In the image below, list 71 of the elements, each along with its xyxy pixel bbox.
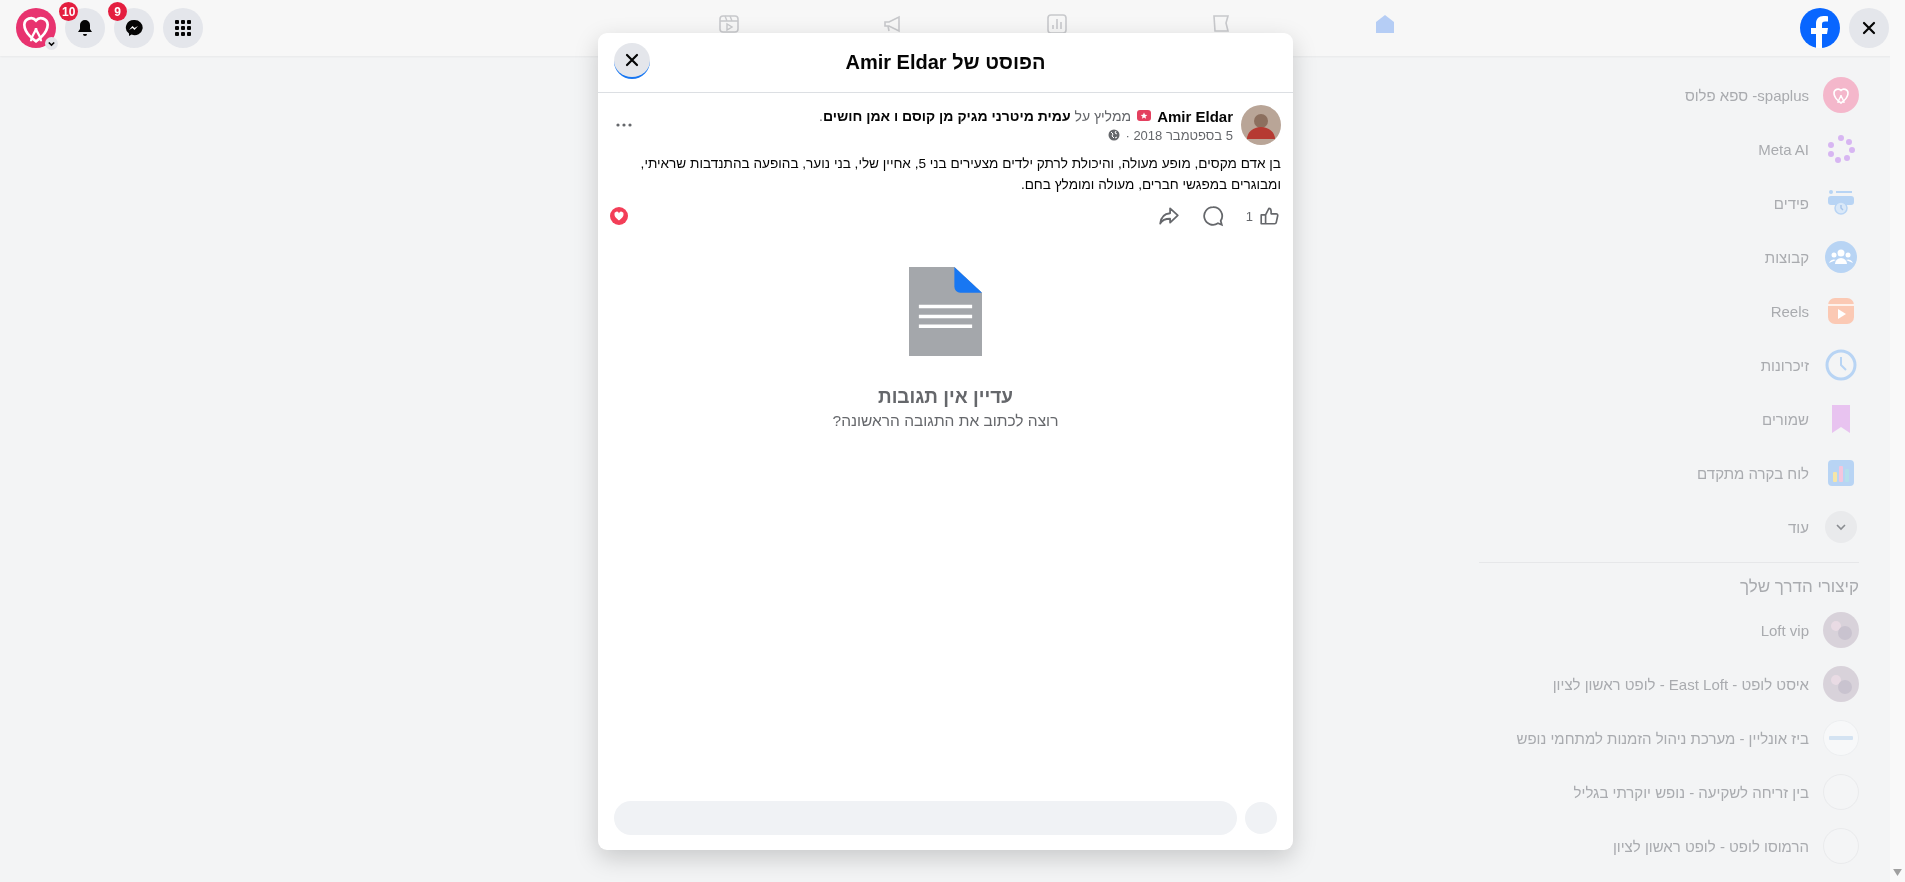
sidebar-item[interactable]: Reels	[1469, 284, 1869, 338]
messenger-button[interactable]	[114, 8, 154, 48]
comment-button[interactable]	[1201, 205, 1224, 227]
messenger-icon	[124, 18, 144, 38]
avatar-placeholder[interactable]	[1241, 105, 1281, 145]
sidebar-item[interactable]: Meta AI	[1469, 122, 1869, 176]
post-date[interactable]: 5 בספטמבר 2018 ·	[1125, 127, 1233, 143]
sidebar-item-label: Reels	[1770, 302, 1809, 320]
post-text: בן אדם מקסים, מופע מעולה, והיכולת לרתק ילדים מצעירים בני 5, אחיין שלי, בני נוער, בהופעה בהתנדבות שראיתי, ומבוגרים במפגשי חברים, מעולה ומומלץ בחם.	[639, 155, 1281, 194]
empty-state-text: רוצה לכתוב את התגובה הראשונה?	[832, 412, 1059, 430]
shortcut-item[interactable]: בין זריחה לשקיעה - נופש יוקרתי בגליל	[1469, 765, 1869, 819]
shortcut-item[interactable]: Loft vip	[1469, 603, 1869, 657]
sidebar-item-label: spaplus- ספא פלוס	[1684, 86, 1809, 104]
thumbs-up-icon	[1259, 205, 1281, 227]
logo-placeholder	[1823, 720, 1859, 756]
empty-state-title: עדיין אין תגובות	[878, 386, 1013, 408]
speech-bubble-icon	[1201, 205, 1224, 227]
memories-icon	[1823, 347, 1859, 383]
sidebar-item[interactable]: spaplus- ספא פלוס	[1469, 68, 1869, 122]
groups-icon	[1823, 239, 1859, 275]
more-icon	[616, 123, 632, 127]
section-heading: קיצורי הדרך שלך	[1738, 576, 1860, 598]
sidebar-item[interactable]: זיכרונות	[1469, 338, 1869, 392]
profile-button[interactable]	[16, 8, 56, 48]
facebook-logo-icon[interactable]	[1800, 8, 1840, 48]
shortcut-label: Loft vip	[1760, 621, 1809, 639]
sidebar-item[interactable]: לוח בקרה מתקדם	[1469, 446, 1869, 500]
share-arrow-icon	[1157, 205, 1180, 227]
shortcut-item[interactable]: איסט לופט - East Loft - לופט ראשון לציון	[1469, 657, 1869, 711]
sidebar-item[interactable]: שמורים	[1469, 392, 1869, 446]
heart-logo-icon	[16, 8, 56, 48]
sidebar-item[interactable]: עוד	[1469, 500, 1869, 554]
notification-badge: 10	[59, 2, 79, 21]
notification-badge: 9	[108, 2, 127, 21]
shortcut-label: הרמוסו לופט - לופט ראשון לציון	[1612, 837, 1809, 855]
sidebar-item-label: זיכרונות	[1760, 356, 1809, 374]
close-button[interactable]	[614, 43, 650, 79]
sidebar-item[interactable]: פידים	[1469, 176, 1869, 230]
shortcut-label: איסט לופט - East Loft - לופט ראשון לציון	[1552, 675, 1809, 693]
document-icon	[909, 267, 982, 356]
sidebar-item-label: קבוצות	[1764, 248, 1809, 266]
shortcut-item[interactable]: ביז אונליין - מערכת ניהול הזמנות למתחמי נופש	[1469, 711, 1869, 765]
scroll-down-arrow-icon[interactable]	[1893, 869, 1902, 876]
shortcut-label: ביז אונליין - מערכת ניהול הזמנות למתחמי נופש	[1516, 729, 1809, 747]
like-button[interactable]: 1	[1245, 205, 1281, 227]
sidebar-item-label: פידים	[1773, 194, 1809, 212]
bell-icon	[75, 18, 95, 38]
heart-logo-icon	[1823, 77, 1859, 113]
globe-icon	[1108, 129, 1121, 141]
recommendation-icon	[1136, 108, 1153, 124]
dialog-title: הפוסט של Amir Eldar	[845, 51, 1046, 74]
shortcut-label: בין זריחה לשקיעה - נופש יוקרתי בגליל	[1573, 783, 1809, 801]
close-button[interactable]	[1849, 8, 1889, 48]
photo-placeholder	[1823, 612, 1859, 648]
author-name[interactable]: Amir Eldar	[1157, 107, 1233, 125]
heart-reaction-icon[interactable]	[610, 207, 628, 225]
menu-button[interactable]	[163, 8, 203, 48]
chart-icon	[1044, 12, 1069, 36]
chevron-down-icon	[1823, 509, 1859, 545]
recommendation-text: ממליץ על עמית מיטרני מגיק מן קוסם ו אמן חושים.	[819, 108, 1132, 124]
sidebar-item-label: עוד	[1788, 518, 1809, 536]
reels-icon	[716, 12, 741, 36]
caret-icon	[45, 37, 58, 50]
sidebar-item[interactable]: קבוצות	[1469, 230, 1869, 284]
sidebar-item-label: Meta AI	[1758, 140, 1809, 158]
menu-grid-icon	[173, 18, 193, 38]
photo-placeholder	[1823, 666, 1859, 702]
sidebar-item-label: שמורים	[1762, 410, 1809, 428]
sidebar-item-label: לוח בקרה מתקדם	[1697, 464, 1809, 482]
shortcut-item[interactable]: הרמוסו לופט - לופט ראשון לציון	[1469, 819, 1869, 873]
share-button[interactable]	[1157, 205, 1180, 227]
